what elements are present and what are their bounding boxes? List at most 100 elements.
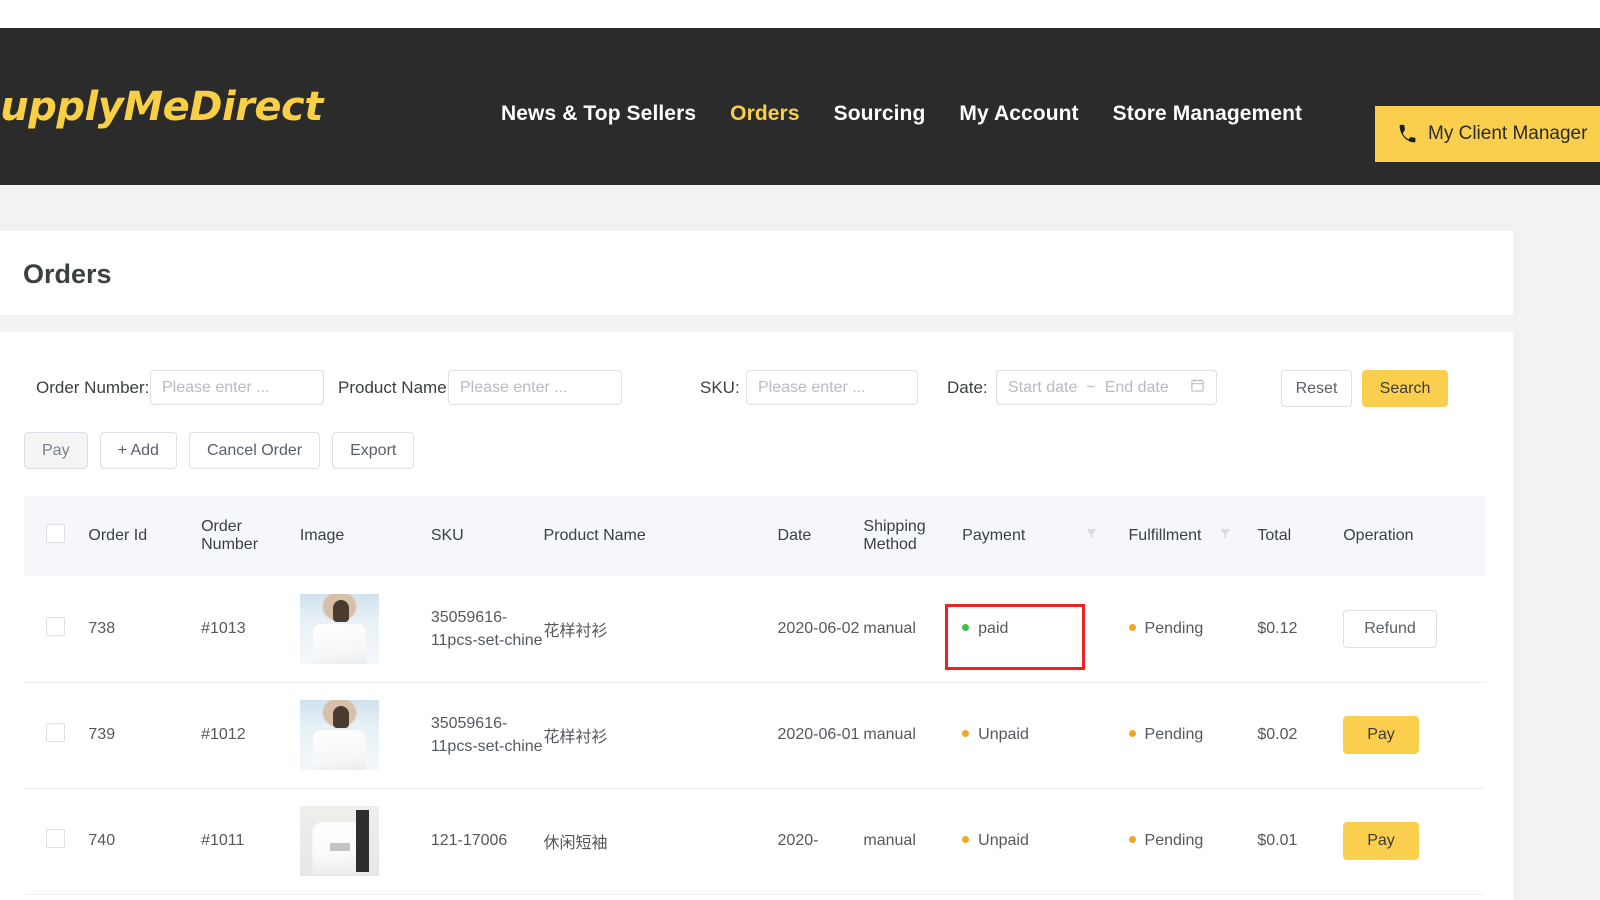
- nav-item-my-account[interactable]: My Account: [942, 102, 1095, 126]
- table-row[interactable]: 740 #1011 121-17006 休闲短袖 2020- manual Un…: [24, 788, 1485, 894]
- phone-icon: [1397, 124, 1418, 145]
- table-row[interactable]: 739 #1012 35059616-11pcs-set-chine 花样衬衫 …: [24, 682, 1485, 788]
- th-sku: SKU: [431, 496, 544, 576]
- cell-image: [300, 682, 431, 788]
- orders-content-card: Order Number: Please enter ... Product N…: [0, 332, 1513, 900]
- fulfillment-status-dot: [1129, 730, 1136, 737]
- th-fulfillment: Fulfillment: [1129, 496, 1258, 576]
- payment-status-label: Unpaid: [978, 832, 1029, 849]
- product-thumbnail: [300, 594, 379, 664]
- th-order-number-label: Order Number: [201, 518, 258, 553]
- row-checkbox[interactable]: [46, 617, 65, 636]
- reset-button[interactable]: Reset: [1281, 370, 1352, 407]
- export-button[interactable]: Export: [332, 432, 414, 469]
- th-total: Total: [1257, 496, 1343, 576]
- th-date: Date: [778, 496, 864, 576]
- payment-status-dot: [962, 730, 969, 737]
- cell-fulfillment: Pending: [1129, 682, 1258, 788]
- cell-sku: 35059616-11pcs-set-chine: [431, 682, 544, 788]
- cancel-order-button[interactable]: Cancel Order: [189, 432, 320, 469]
- cell-product-name: 花样衬衫: [544, 576, 778, 682]
- product-name-input[interactable]: Please enter ...: [448, 370, 622, 405]
- cell-order-id: 740: [88, 788, 201, 894]
- th-shipping-method-label: Shipping Method: [863, 518, 925, 553]
- th-payment-label: Payment: [962, 527, 1025, 545]
- table-header-row: Order Id Order Number Image SKU Product …: [24, 496, 1485, 576]
- payment-filter-icon[interactable]: [1085, 527, 1098, 545]
- order-number-label: Order Number:: [36, 378, 149, 398]
- cell-image: [300, 788, 431, 894]
- cell-sku: 35059616-11pcs-set-chine: [431, 576, 544, 682]
- page-title-card: Orders: [0, 231, 1513, 315]
- cell-product-name: 花样衬衫: [544, 682, 778, 788]
- cell-operation: Pay: [1343, 682, 1485, 788]
- th-date-label: Date: [778, 527, 812, 544]
- payment-status-dot: [962, 836, 969, 843]
- product-name-placeholder: Please enter ...: [460, 379, 568, 397]
- add-button[interactable]: + Add: [100, 432, 177, 469]
- th-order-id: Order Id: [88, 496, 201, 576]
- top-white-strip: [0, 0, 1600, 28]
- table-row[interactable]: 738 #1013 35059616-11pcs-set-chine 花样衬衫 …: [24, 576, 1485, 682]
- cell-total: $0.12: [1257, 576, 1343, 682]
- sku-input[interactable]: Please enter ...: [746, 370, 918, 405]
- product-name-label: Product Name:: [338, 378, 451, 398]
- cell-operation: Refund: [1343, 576, 1485, 682]
- cell-fulfillment: Pending: [1129, 788, 1258, 894]
- my-client-manager-label: My Client Manager: [1428, 123, 1587, 145]
- th-image-label: Image: [300, 527, 344, 544]
- bulk-action-buttons: Pay + Add Cancel Order Export: [24, 432, 414, 469]
- th-total-label: Total: [1257, 527, 1291, 544]
- sku-placeholder: Please enter ...: [758, 379, 866, 397]
- payment-status-dot: [962, 624, 969, 631]
- fulfillment-filter-icon[interactable]: [1219, 527, 1232, 545]
- cell-payment: Unpaid: [962, 682, 1128, 788]
- th-payment: Payment: [962, 496, 1128, 576]
- cell-payment: paid: [962, 576, 1128, 682]
- th-operation: Operation: [1343, 496, 1485, 576]
- order-number-input[interactable]: Please enter ...: [150, 370, 324, 405]
- pay-button[interactable]: Pay: [1343, 716, 1419, 754]
- payment-status-label: paid: [978, 620, 1008, 637]
- page-title: Orders: [23, 259, 112, 290]
- search-button[interactable]: Search: [1362, 370, 1448, 407]
- cell-date: 2020-: [778, 788, 864, 894]
- cell-total: $0.01: [1257, 788, 1343, 894]
- calendar-icon: [1190, 378, 1205, 398]
- order-number-placeholder: Please enter ...: [162, 379, 270, 397]
- cell-shipping-method: manual: [863, 788, 962, 894]
- date-range-separator: ~: [1086, 379, 1095, 397]
- pay-bulk-button[interactable]: Pay: [24, 432, 88, 469]
- th-order-number: Order Number: [201, 496, 300, 576]
- pay-button[interactable]: Pay: [1343, 822, 1419, 860]
- select-all-checkbox[interactable]: [46, 524, 65, 543]
- orders-table-wrapper: Order Id Order Number Image SKU Product …: [24, 496, 1485, 895]
- refund-button[interactable]: Refund: [1343, 610, 1437, 648]
- th-product-name-label: Product Name: [544, 527, 646, 544]
- fulfillment-status-label: Pending: [1145, 620, 1204, 637]
- cell-order-number: #1011: [201, 788, 300, 894]
- nav-item-store-management[interactable]: Store Management: [1096, 102, 1319, 126]
- nav-links: News & Top Sellers Orders Sourcing My Ac…: [484, 102, 1319, 126]
- brand-logo[interactable]: SupplyMeDirect: [0, 84, 323, 130]
- nav-item-sourcing[interactable]: Sourcing: [817, 102, 943, 126]
- nav-item-orders[interactable]: Orders: [713, 102, 816, 126]
- cell-select: [24, 788, 88, 894]
- payment-status-label: Unpaid: [978, 726, 1029, 743]
- cell-payment: Unpaid: [962, 788, 1128, 894]
- cell-sku: 121-17006: [431, 788, 544, 894]
- th-image: Image: [300, 496, 431, 576]
- my-client-manager-button[interactable]: My Client Manager: [1375, 106, 1600, 162]
- nav-item-news-top-sellers[interactable]: News & Top Sellers: [484, 102, 713, 126]
- cell-shipping-method: manual: [863, 682, 962, 788]
- orders-table: Order Id Order Number Image SKU Product …: [24, 496, 1485, 895]
- cell-order-id: 739: [88, 682, 201, 788]
- row-checkbox[interactable]: [46, 829, 65, 848]
- date-start-placeholder: Start date: [1008, 379, 1077, 397]
- row-checkbox[interactable]: [46, 723, 65, 742]
- cell-shipping-method: manual: [863, 576, 962, 682]
- cell-image: [300, 576, 431, 682]
- cell-order-id: 738: [88, 576, 201, 682]
- date-range-input[interactable]: Start date ~ End date: [996, 370, 1217, 405]
- cell-total: $0.02: [1257, 682, 1343, 788]
